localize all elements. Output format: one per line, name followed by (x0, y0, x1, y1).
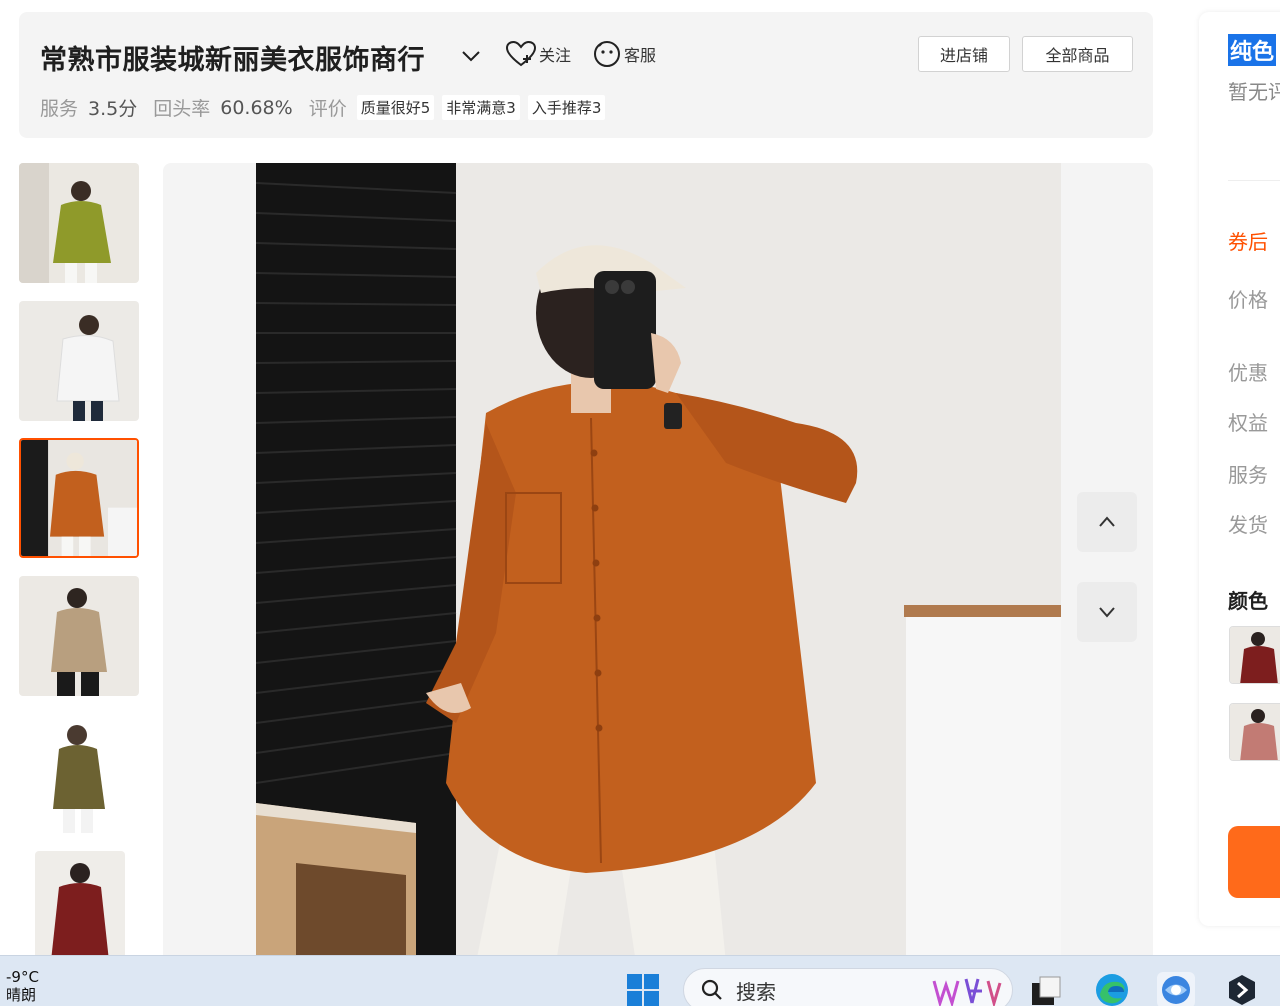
weather-widget[interactable]: -9°C 晴朗 (6, 968, 39, 1004)
price-label: 价格 (1228, 288, 1268, 312)
temperature: -9°C (6, 968, 39, 986)
thumbnail-image (19, 163, 139, 283)
follow-button[interactable]: 关注 (505, 40, 571, 68)
heart-plus-icon (505, 40, 537, 67)
main-product-image[interactable] (256, 163, 1061, 955)
task-view-icon (1032, 976, 1061, 1005)
product-title[interactable]: 纯色 (1228, 34, 1277, 66)
color-swatch-pink[interactable] (1229, 703, 1280, 761)
chevron-down-icon (1099, 607, 1115, 618)
color-label: 颜色 (1228, 589, 1268, 613)
windows-taskbar: -9°C 晴朗 搜索 (0, 955, 1280, 1006)
chevron-up-icon (1099, 516, 1115, 527)
search-highlight-icon (932, 978, 1002, 1006)
thumbnail-army-green-shirt[interactable] (19, 713, 139, 833)
enter-store-button[interactable]: 进店铺 (918, 36, 1010, 72)
review-tag[interactable]: 非常满意3 (442, 95, 520, 120)
customer-service-label: 客服 (624, 46, 657, 65)
swatch-image (1230, 627, 1280, 683)
thumbnail-burgundy-shirt[interactable] (35, 851, 125, 955)
thumbnail-white-shirt[interactable] (19, 301, 139, 421)
thumbnail-khaki-shirt[interactable] (19, 576, 139, 696)
review-label: 评价 (308, 98, 347, 120)
shop-stats: 服务 3.5分 回头率 60.68% 评价 质量很好5 非常满意3 入手推荐3 (40, 94, 606, 121)
repurchase-value: 60.68% (220, 96, 293, 119)
edge-browser-button[interactable] (1093, 972, 1131, 1006)
service-score-value: 3.5分 (88, 98, 138, 120)
thumbnail-image (35, 851, 125, 955)
review-tag[interactable]: 质量很好5 (356, 95, 435, 120)
taskbar-search[interactable]: 搜索 (683, 968, 1013, 1006)
service-score-label: 服务 (40, 98, 79, 120)
hexagon-app-icon (1229, 975, 1255, 1005)
all-products-button[interactable]: 全部商品 (1022, 36, 1133, 72)
weather-condition: 晴朗 (6, 986, 37, 1004)
after-coupon-label: 券后 (1228, 230, 1268, 254)
buy-button[interactable] (1228, 826, 1280, 898)
app-button[interactable] (1223, 972, 1261, 1006)
chevron-down-icon[interactable] (460, 45, 482, 67)
thumbnail-image (19, 576, 139, 696)
scroll-up-button[interactable] (1077, 492, 1137, 552)
no-review-text: 暂无评 (1228, 80, 1280, 104)
thumbnail-image (21, 440, 137, 556)
customer-service-icon (594, 41, 620, 67)
start-button[interactable] (624, 972, 662, 1006)
benefits-label: 权益 (1228, 411, 1268, 435)
thumbnail-orange-shirt[interactable] (19, 438, 139, 558)
customer-service-button[interactable]: 客服 (593, 40, 656, 68)
swatch-image (1230, 704, 1280, 760)
shop-name[interactable]: 常熟市服装城新丽美衣服饰商行 (40, 38, 425, 77)
discount-label: 优惠 (1228, 361, 1268, 385)
repurchase-label: 回头率 (153, 98, 211, 120)
search-icon (701, 979, 722, 1000)
product-info-panel: 纯色 暂无评 券后 价格 优惠 权益 服务 发货 颜色 (1199, 12, 1280, 926)
task-view-button[interactable] (1026, 972, 1064, 1006)
thumbnail-image (19, 713, 139, 833)
windows-logo-icon (627, 974, 659, 1006)
browser-app-button[interactable] (1157, 972, 1195, 1006)
service-label: 服务 (1228, 463, 1268, 487)
main-image-viewer (163, 163, 1153, 955)
product-page: 常熟市服装城新丽美衣服饰商行 关注 客服 进店铺 全部商品 服务 3.5分 回头… (0, 0, 1280, 955)
scroll-down-button[interactable] (1077, 582, 1137, 642)
thumbnail-image (19, 301, 139, 421)
shipping-label: 发货 (1228, 513, 1268, 537)
review-tag[interactable]: 入手推荐3 (527, 95, 606, 120)
globe-browser-icon (1162, 976, 1190, 1004)
divider (1228, 180, 1280, 181)
search-label: 搜索 (736, 979, 776, 1004)
thumbnail-olive-shirt[interactable] (19, 163, 139, 283)
edge-icon (1096, 974, 1128, 1006)
color-swatch-burgundy[interactable] (1229, 626, 1280, 684)
follow-label: 关注 (539, 46, 572, 65)
shop-header: 常熟市服装城新丽美衣服饰商行 关注 客服 进店铺 全部商品 服务 3.5分 回头… (19, 12, 1153, 138)
